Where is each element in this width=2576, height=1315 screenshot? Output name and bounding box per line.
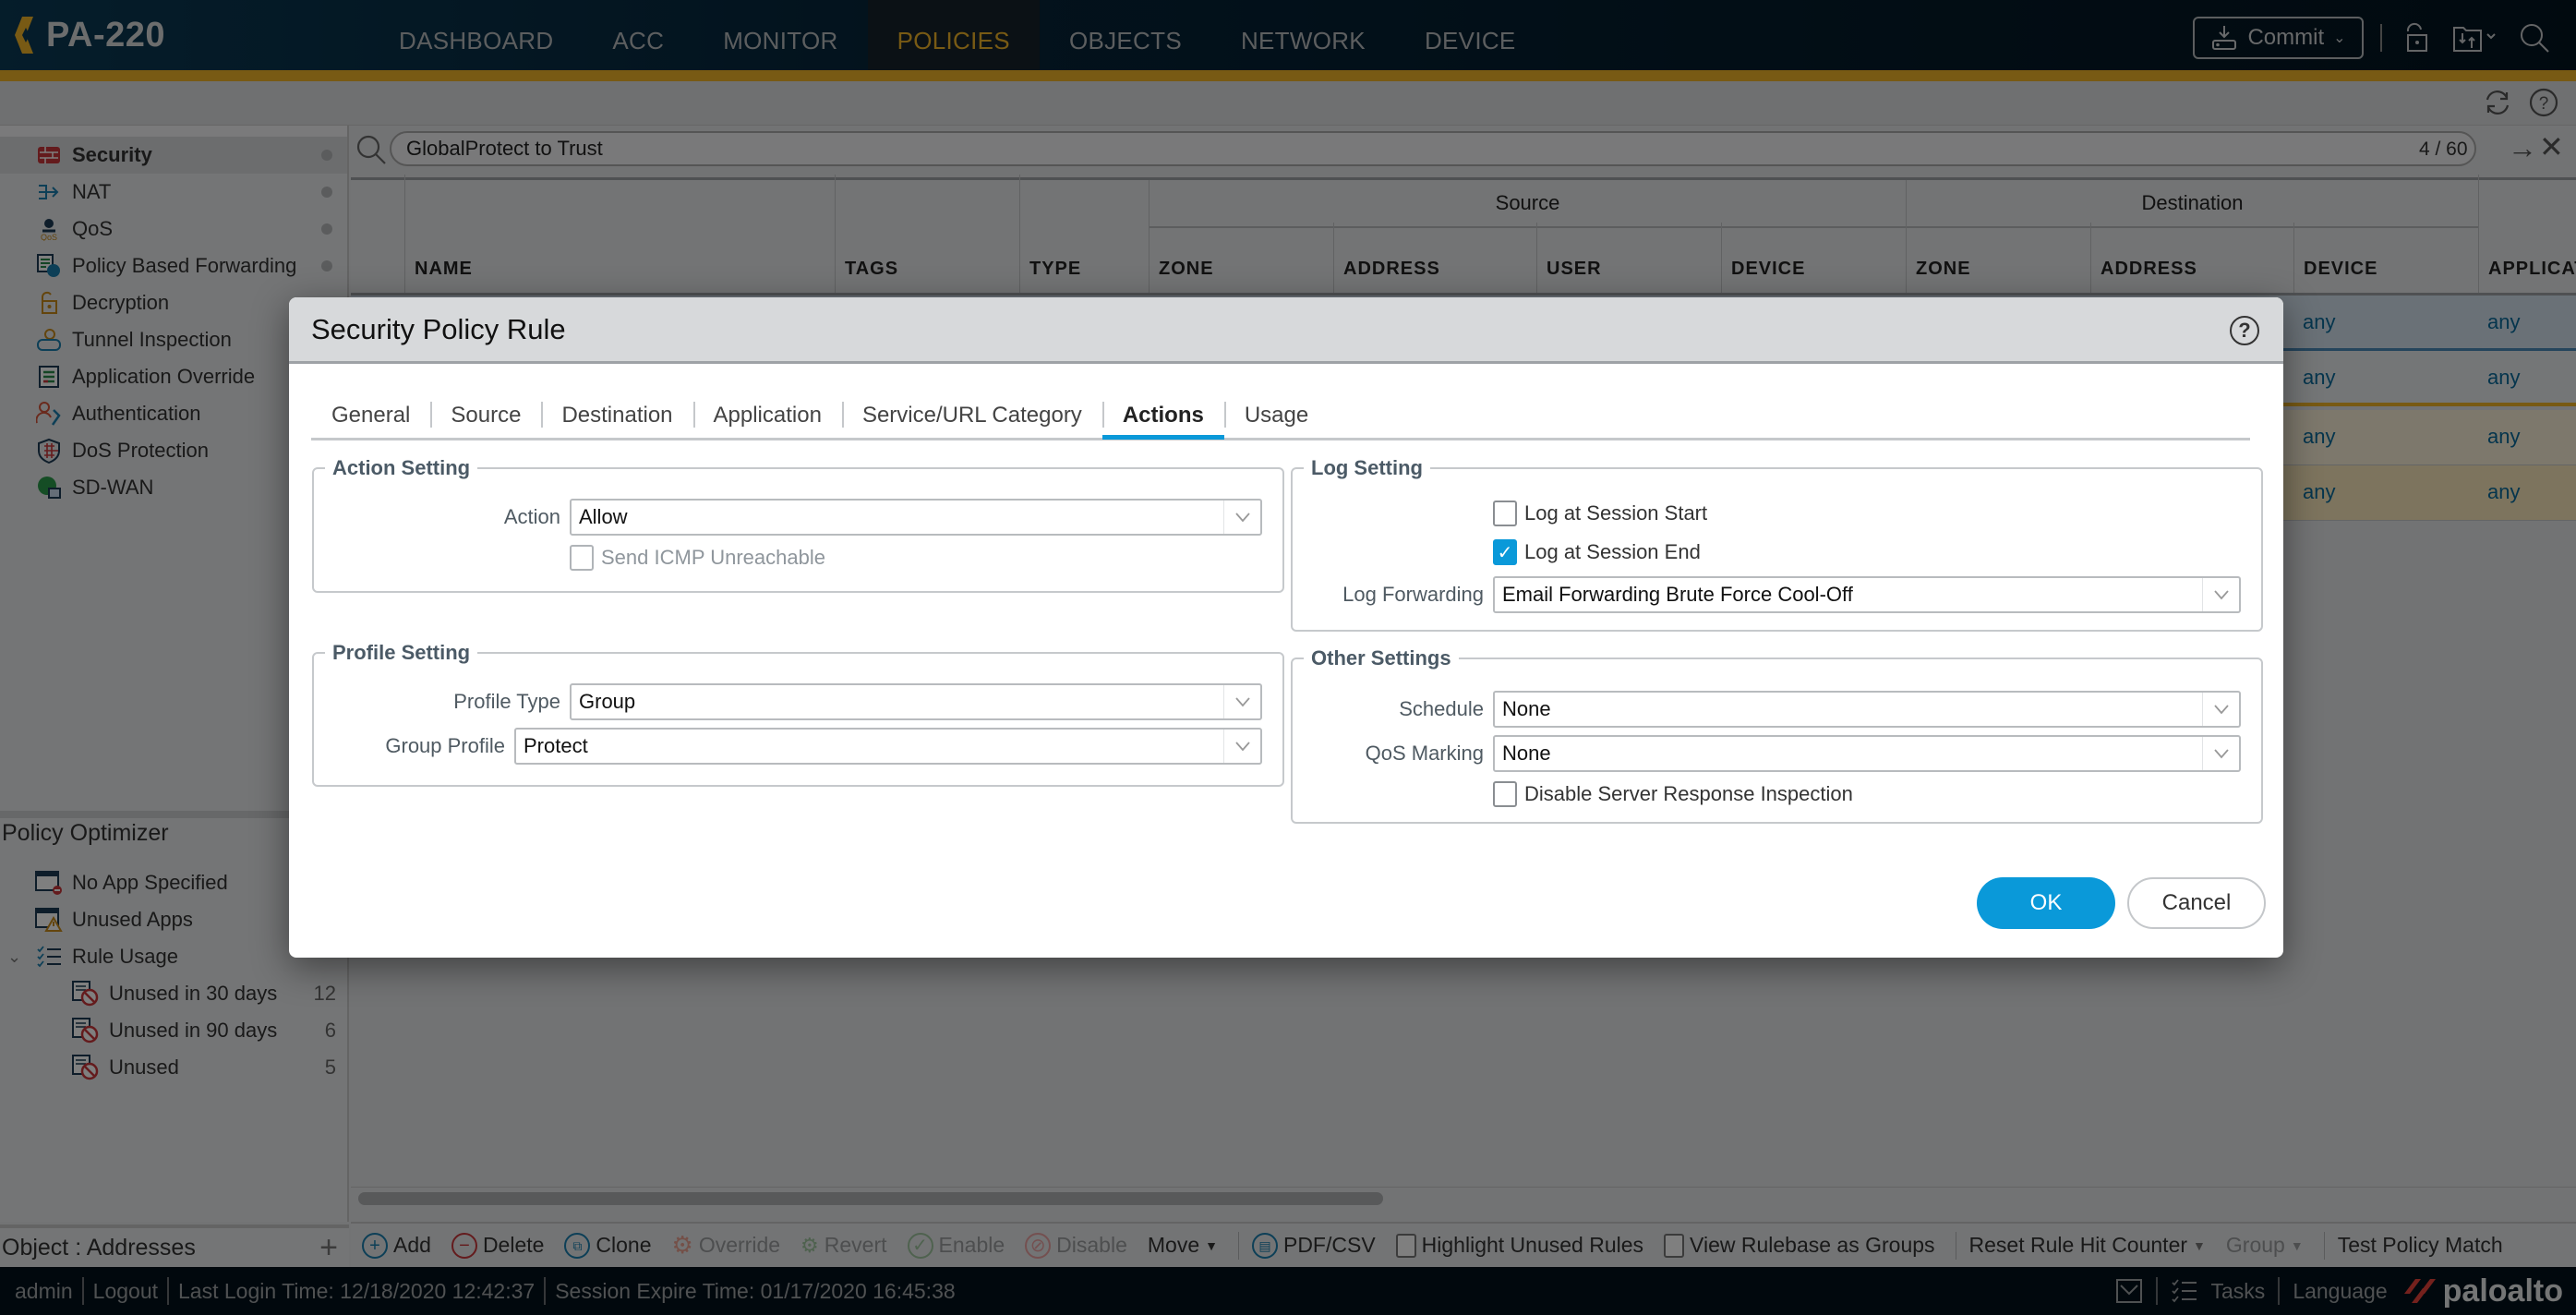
chevron-down-icon bbox=[1223, 501, 1260, 534]
checkbox-unchecked[interactable] bbox=[1493, 781, 1517, 807]
log-forwarding-row: Log Forwarding Email Forwarding Brute Fo… bbox=[1293, 576, 2241, 613]
send-icmp-label: Send ICMP Unreachable bbox=[601, 546, 825, 569]
group-profile-value: Protect bbox=[524, 734, 588, 757]
profile-type-value: Group bbox=[579, 690, 636, 713]
schedule-label: Schedule bbox=[1399, 697, 1484, 720]
tab-service-url-category[interactable]: Service/URL Category bbox=[841, 394, 1102, 437]
send-icmp-row: Send ICMP Unreachable bbox=[570, 545, 825, 571]
log-at-session-start-checkbox[interactable]: Log at Session Start bbox=[1493, 501, 1707, 526]
tab-destination[interactable]: Destination bbox=[541, 394, 692, 437]
log-forwarding-select[interactable]: Email Forwarding Brute Force Cool-Off bbox=[1493, 576, 2241, 613]
log-forwarding-label: Log Forwarding bbox=[1342, 583, 1484, 606]
action-setting-group: Action Setting Action Allow Send ICMP Un… bbox=[312, 456, 1284, 593]
log-setting-group: Log Setting Log at Session Start ✓ Log a… bbox=[1291, 456, 2263, 632]
group-profile-select[interactable]: Protect bbox=[514, 728, 1262, 765]
action-row: Action Allow bbox=[314, 499, 1262, 536]
log-setting-legend: Log Setting bbox=[1311, 456, 1423, 479]
other-settings-group: Other Settings Schedule None QoS Marking… bbox=[1291, 646, 2263, 824]
checkbox-checked-icon[interactable]: ✓ bbox=[1493, 539, 1517, 565]
security-policy-rule-dialog: Security Policy Rule ? General Source De… bbox=[289, 297, 2283, 958]
profile-setting-legend: Profile Setting bbox=[332, 641, 471, 664]
action-label: Action bbox=[503, 505, 560, 528]
checkbox-unchecked[interactable] bbox=[1493, 501, 1517, 526]
log-end-label: Log at Session End bbox=[1524, 540, 1701, 563]
send-icmp-unreachable-checkbox[interactable]: Send ICMP Unreachable bbox=[570, 545, 825, 571]
chevron-down-icon bbox=[1223, 685, 1260, 718]
action-setting-legend: Action Setting bbox=[332, 456, 471, 479]
tab-usage[interactable]: Usage bbox=[1223, 394, 1329, 437]
schedule-value: None bbox=[1502, 697, 1551, 720]
profile-type-row: Profile Type Group bbox=[314, 683, 1262, 720]
chevron-down-icon bbox=[1223, 730, 1260, 763]
qos-marking-row: QoS Marking None bbox=[1293, 735, 2241, 772]
log-start-row: Log at Session Start bbox=[1493, 501, 1707, 526]
profile-type-select[interactable]: Group bbox=[570, 683, 1262, 720]
log-start-label: Log at Session Start bbox=[1524, 501, 1708, 525]
log-at-session-end-checkbox[interactable]: ✓ Log at Session End bbox=[1493, 539, 1701, 565]
help-icon[interactable]: ? bbox=[2230, 316, 2259, 345]
disable-server-response-inspection-checkbox[interactable]: Disable Server Response Inspection bbox=[1493, 781, 1853, 807]
tab-source[interactable]: Source bbox=[430, 394, 541, 437]
action-select[interactable]: Allow bbox=[570, 499, 1262, 536]
dialog-tabs: General Source Destination Application S… bbox=[311, 394, 2250, 440]
tab-general[interactable]: General bbox=[311, 394, 430, 437]
chevron-down-icon bbox=[2202, 737, 2239, 770]
chevron-down-icon bbox=[2202, 693, 2239, 726]
profile-type-label: Profile Type bbox=[453, 690, 560, 713]
tab-actions[interactable]: Actions bbox=[1101, 394, 1224, 440]
schedule-select[interactable]: None bbox=[1493, 691, 2241, 728]
schedule-row: Schedule None bbox=[1293, 691, 2241, 728]
profile-setting-group: Profile Setting Profile Type Group Group… bbox=[312, 641, 1284, 787]
cancel-button[interactable]: Cancel bbox=[2127, 877, 2266, 929]
group-profile-label: Group Profile bbox=[385, 734, 505, 757]
ok-button[interactable]: OK bbox=[1977, 877, 2115, 929]
chevron-down-icon bbox=[2202, 578, 2239, 611]
dialog-title: Security Policy Rule bbox=[311, 312, 566, 345]
dialog-header: Security Policy Rule ? bbox=[289, 297, 2283, 364]
qos-marking-select[interactable]: None bbox=[1493, 735, 2241, 772]
checkbox-unchecked[interactable] bbox=[570, 545, 594, 571]
qos-marking-value: None bbox=[1502, 742, 1551, 765]
action-value: Allow bbox=[579, 505, 628, 528]
disable-sri-label: Disable Server Response Inspection bbox=[1524, 782, 1853, 805]
qos-marking-label: QoS Marking bbox=[1365, 742, 1484, 765]
group-profile-row: Group Profile Protect bbox=[314, 728, 1262, 765]
disable-sri-row: Disable Server Response Inspection bbox=[1493, 781, 1853, 807]
log-end-row: ✓ Log at Session End bbox=[1493, 539, 1701, 565]
tab-application[interactable]: Application bbox=[692, 394, 842, 437]
log-forwarding-value: Email Forwarding Brute Force Cool-Off bbox=[1502, 583, 1853, 606]
other-settings-legend: Other Settings bbox=[1311, 646, 1451, 670]
